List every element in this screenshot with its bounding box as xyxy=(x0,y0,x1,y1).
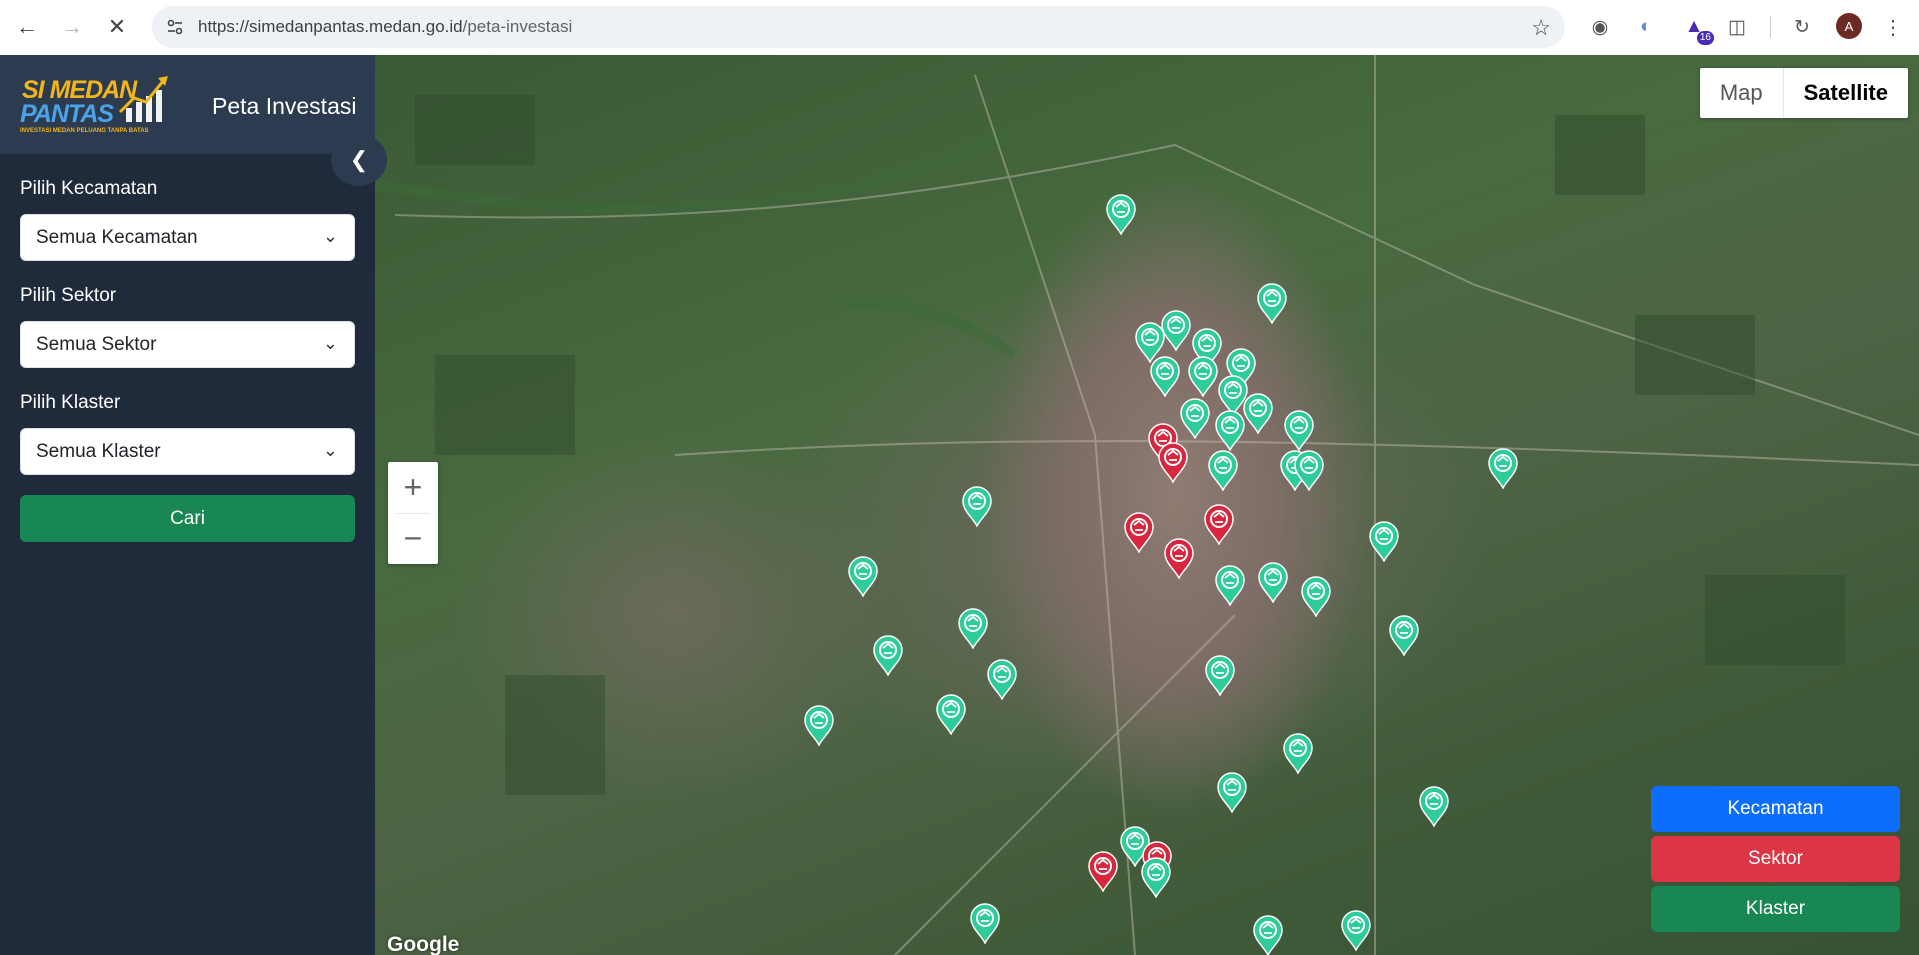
bookmark-star-icon[interactable]: ☆ xyxy=(1531,15,1551,41)
zoom-divider xyxy=(396,513,430,514)
klaster-marker-icon[interactable] xyxy=(1256,282,1288,324)
sektor-marker-icon[interactable] xyxy=(1123,511,1155,553)
klaster-marker-icon[interactable] xyxy=(1282,732,1314,774)
extension-icon[interactable]: ◉ xyxy=(1586,13,1614,41)
klaster-label: Pilih Klaster xyxy=(20,392,121,413)
klaster-marker-icon[interactable] xyxy=(969,902,1001,944)
klaster-marker-icon[interactable] xyxy=(1283,409,1315,451)
klaster-marker-icon[interactable] xyxy=(1179,397,1211,439)
sektor-label: Pilih Sektor xyxy=(20,285,117,306)
klaster-marker-icon[interactable] xyxy=(935,693,967,735)
map-type-control: Map Satellite xyxy=(1699,68,1908,118)
sektor-marker-icon[interactable] xyxy=(1087,850,1119,892)
klaster-marker-icon[interactable] xyxy=(1149,355,1181,397)
extension-icon[interactable]: ↻ xyxy=(1788,13,1816,41)
chevron-left-icon: ❮ xyxy=(349,147,369,172)
sektor-value: Semua Sektor xyxy=(36,333,157,355)
klaster-select[interactable]: Semua Klaster ⌄ xyxy=(20,428,355,475)
page-title: Peta Investasi xyxy=(212,93,357,119)
klaster-marker-icon[interactable] xyxy=(1140,856,1172,898)
puzzle-icon[interactable]: ◫ xyxy=(1723,13,1751,41)
search-button[interactable]: Cari xyxy=(20,495,355,542)
toolbar-divider xyxy=(1770,16,1771,38)
klaster-marker-icon[interactable] xyxy=(1204,654,1236,696)
browser-toolbar: ← → ✕ https://simedanpantas.medan.go.id/… xyxy=(0,0,1919,55)
google-attribution: Google xyxy=(387,933,460,955)
satellite-map[interactable]: Map Satellite + − Google Kecamatan Sekto… xyxy=(375,55,1919,955)
kecamatan-select[interactable]: Semua Kecamatan ⌄ xyxy=(20,214,355,261)
legend-sektor-button[interactable]: Sektor xyxy=(1651,836,1900,882)
kecamatan-value: Semua Kecamatan xyxy=(36,226,198,248)
klaster-marker-icon[interactable] xyxy=(1214,409,1246,451)
klaster-marker-icon[interactable] xyxy=(1160,309,1192,351)
sidebar-header: SI MEDAN PANTAS INVESTASI MEDAN PELUANG … xyxy=(0,55,375,154)
klaster-marker-icon[interactable] xyxy=(1340,909,1372,951)
zoom-out-button[interactable]: − xyxy=(388,513,438,564)
klaster-marker-icon[interactable] xyxy=(1300,575,1332,617)
kecamatan-label: Pilih Kecamatan xyxy=(20,178,158,199)
collapse-sidebar-button[interactable]: ❮ xyxy=(331,134,387,186)
klaster-marker-icon[interactable] xyxy=(847,555,879,597)
growth-chart-icon xyxy=(118,75,168,122)
zoom-in-button[interactable]: + xyxy=(388,462,438,513)
sektor-marker-icon[interactable] xyxy=(1203,503,1235,545)
forward-icon[interactable]: → xyxy=(52,7,92,47)
stop-icon[interactable]: ✕ xyxy=(97,7,137,47)
sektor-marker-icon[interactable] xyxy=(1163,537,1195,579)
extension-badge: 16 xyxy=(1696,31,1714,45)
klaster-marker-icon[interactable] xyxy=(986,658,1018,700)
site-settings-icon[interactable] xyxy=(152,18,198,36)
klaster-marker-icon[interactable] xyxy=(1368,520,1400,562)
logo-tagline: INVESTASI MEDAN PELUANG TANPA BATAS xyxy=(20,127,149,134)
klaster-marker-icon[interactable] xyxy=(961,485,993,527)
avatar[interactable]: A xyxy=(1836,13,1862,39)
klaster-marker-icon[interactable] xyxy=(1216,771,1248,813)
klaster-value: Semua Klaster xyxy=(36,440,161,462)
logo: SI MEDAN PANTAS INVESTASI MEDAN PELUANG … xyxy=(20,74,172,136)
legend-kecamatan-button[interactable]: Kecamatan xyxy=(1651,786,1900,832)
map-type-satellite-button[interactable]: Satellite xyxy=(1784,68,1908,118)
chevron-down-icon: ⌄ xyxy=(322,226,338,246)
klaster-marker-icon[interactable] xyxy=(1214,564,1246,606)
sidebar: SI MEDAN PANTAS INVESTASI MEDAN PELUANG … xyxy=(0,55,387,955)
legend-klaster-button[interactable]: Klaster xyxy=(1651,886,1900,932)
zoom-control: + − xyxy=(388,462,438,564)
klaster-marker-icon[interactable] xyxy=(1388,614,1420,656)
logo-line2: PANTAS xyxy=(20,99,114,128)
map-type-map-button[interactable]: Map xyxy=(1700,68,1784,118)
klaster-marker-icon[interactable] xyxy=(1242,392,1274,434)
chevron-down-icon: ⌄ xyxy=(322,333,338,353)
url-text: https://simedanpantas.medan.go.id/peta-i… xyxy=(198,17,573,36)
klaster-marker-icon[interactable] xyxy=(1418,785,1450,827)
sektor-select[interactable]: Semua Sektor ⌄ xyxy=(20,321,355,368)
extension-icon[interactable]: ▲ 16 xyxy=(1680,13,1714,45)
klaster-marker-icon[interactable] xyxy=(1293,449,1325,491)
klaster-marker-icon[interactable] xyxy=(1257,561,1289,603)
klaster-marker-icon[interactable] xyxy=(1487,447,1519,489)
menu-dots-icon[interactable]: ⋮ xyxy=(1879,13,1907,41)
back-icon[interactable]: ← xyxy=(7,7,47,47)
extension-icon[interactable]: ◐ xyxy=(1632,13,1660,41)
chevron-down-icon: ⌄ xyxy=(322,440,338,460)
klaster-marker-icon[interactable] xyxy=(1187,355,1219,397)
klaster-marker-icon[interactable] xyxy=(872,634,904,676)
sektor-marker-icon[interactable] xyxy=(1157,441,1189,483)
klaster-marker-icon[interactable] xyxy=(1252,914,1284,955)
address-bar[interactable]: https://simedanpantas.medan.go.id/peta-i… xyxy=(152,6,1565,48)
klaster-marker-icon[interactable] xyxy=(1105,193,1137,235)
klaster-marker-icon[interactable] xyxy=(1207,449,1239,491)
klaster-marker-icon[interactable] xyxy=(803,704,835,746)
klaster-marker-icon[interactable] xyxy=(957,607,989,649)
